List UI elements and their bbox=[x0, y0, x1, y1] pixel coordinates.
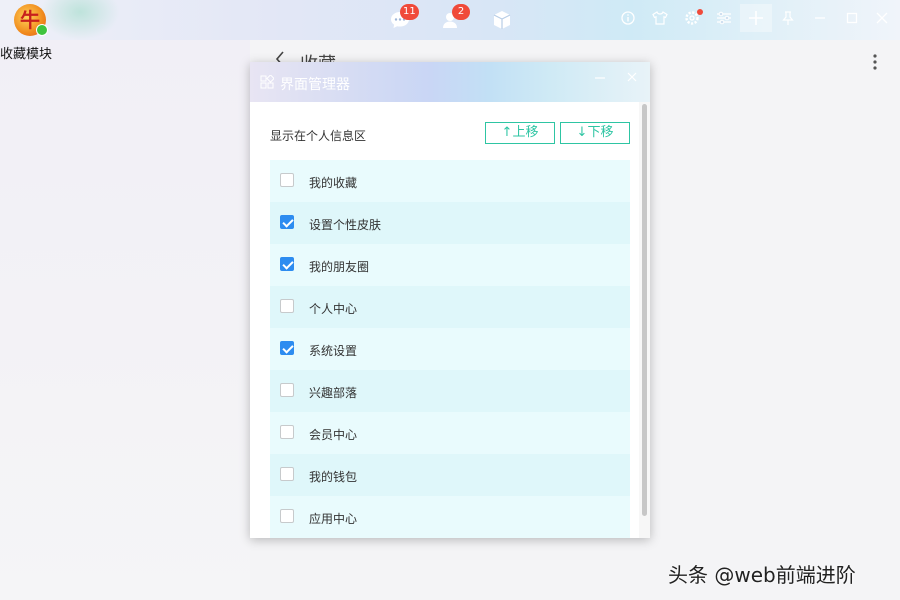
settings-button[interactable] bbox=[676, 4, 708, 32]
list-item[interactable]: 系统设置 bbox=[270, 328, 630, 370]
item-label: 会员中心 bbox=[309, 428, 358, 442]
list-item[interactable]: 应用中心 bbox=[270, 496, 630, 538]
list-item[interactable]: 我的朋友圈 bbox=[270, 244, 630, 286]
item-checkbox[interactable] bbox=[280, 173, 294, 187]
minimize-button[interactable] bbox=[804, 4, 836, 32]
move-down-button[interactable]: ↓下移 bbox=[560, 122, 630, 144]
item-label: 兴趣部落 bbox=[309, 386, 358, 400]
item-checkbox[interactable] bbox=[280, 257, 294, 271]
watermark: 头条 @web前端进阶 bbox=[668, 563, 856, 587]
title-bar: 牛 11 2 bbox=[0, 0, 900, 40]
online-status-dot bbox=[36, 24, 48, 36]
sidebar-title: 收藏模块 bbox=[0, 47, 53, 62]
close-icon bbox=[627, 72, 637, 82]
move-up-button[interactable]: ↑上移 bbox=[485, 122, 555, 144]
skin-button[interactable] bbox=[644, 4, 676, 32]
item-checkbox[interactable] bbox=[280, 299, 294, 313]
contacts-badge: 2 bbox=[452, 4, 470, 20]
plus-icon bbox=[749, 11, 763, 25]
pin-icon bbox=[782, 11, 794, 25]
scrollbar[interactable] bbox=[639, 102, 650, 538]
item-label: 我的收藏 bbox=[309, 176, 358, 190]
list-item[interactable]: 我的钱包 bbox=[270, 454, 630, 496]
info-icon bbox=[621, 11, 635, 25]
close-icon bbox=[876, 12, 888, 24]
apps-cube-button[interactable] bbox=[490, 8, 514, 32]
grid-icon bbox=[260, 75, 274, 89]
item-checkbox[interactable] bbox=[280, 383, 294, 397]
sliders-icon bbox=[717, 11, 731, 25]
item-checkbox[interactable] bbox=[280, 215, 294, 229]
dialog-minimize-button[interactable] bbox=[594, 72, 610, 88]
minimize-icon bbox=[815, 17, 825, 19]
scrollbar-thumb[interactable] bbox=[642, 104, 647, 516]
settings-notification-dot bbox=[697, 9, 703, 15]
item-label: 设置个性皮肤 bbox=[309, 218, 382, 232]
sidebar: 收藏模块 bbox=[0, 40, 250, 600]
interface-manager-dialog: 界面管理器 显示在个人信息区 ↑上移 ↓下移 我的收藏设置个性皮肤 我的朋友圈个人… bbox=[250, 62, 650, 538]
adjust-button[interactable] bbox=[708, 4, 740, 32]
list-item[interactable]: 兴趣部落 bbox=[270, 370, 630, 412]
add-button[interactable] bbox=[740, 4, 772, 32]
dialog-close-button[interactable] bbox=[626, 71, 642, 87]
list-item[interactable]: 我的收藏 bbox=[270, 160, 630, 202]
dialog-header[interactable]: 界面管理器 bbox=[250, 62, 650, 102]
kebab-menu-icon bbox=[873, 54, 877, 70]
item-label: 系统设置 bbox=[309, 344, 358, 358]
item-label: 我的钱包 bbox=[309, 470, 358, 484]
cube-icon bbox=[493, 11, 511, 29]
dialog-title: 界面管理器 bbox=[280, 77, 350, 93]
maximize-icon bbox=[846, 12, 858, 24]
list-item[interactable]: 设置个性皮肤 bbox=[270, 202, 630, 244]
item-label: 应用中心 bbox=[309, 512, 358, 526]
shirt-icon bbox=[652, 11, 668, 25]
module-list: 我的收藏设置个性皮肤 我的朋友圈个人中心系统设置兴趣部落会员中心我的钱包应用中心 bbox=[270, 160, 630, 538]
list-item[interactable]: 个人中心 bbox=[270, 286, 630, 328]
contacts-button[interactable]: 2 bbox=[440, 4, 470, 32]
app-logo-avatar[interactable]: 牛 bbox=[14, 4, 48, 36]
close-button[interactable] bbox=[866, 4, 898, 32]
item-label: 个人中心 bbox=[309, 302, 358, 316]
item-checkbox[interactable] bbox=[280, 467, 294, 481]
item-label: 我的朋友圈 bbox=[309, 260, 370, 274]
item-checkbox[interactable] bbox=[280, 425, 294, 439]
messages-badge: 11 bbox=[400, 4, 419, 20]
info-button[interactable] bbox=[612, 4, 644, 32]
item-checkbox[interactable] bbox=[280, 509, 294, 523]
section-label: 显示在个人信息区 bbox=[270, 129, 367, 143]
messages-button[interactable]: 11 bbox=[388, 4, 419, 32]
minimize-icon bbox=[595, 77, 605, 79]
pin-button[interactable] bbox=[772, 4, 804, 32]
item-checkbox[interactable] bbox=[280, 341, 294, 355]
maximize-button[interactable] bbox=[836, 4, 868, 32]
list-item[interactable]: 会员中心 bbox=[270, 412, 630, 454]
more-options-button[interactable] bbox=[872, 52, 878, 72]
